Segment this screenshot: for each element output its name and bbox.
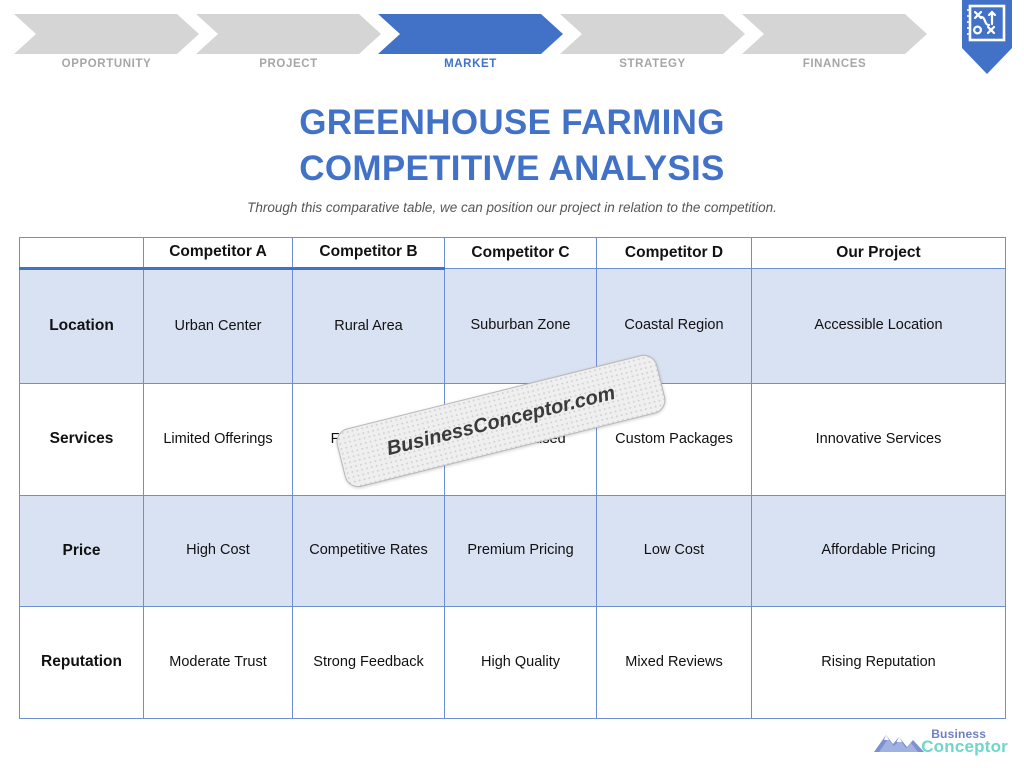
nav-step-opportunity[interactable]: OPPORTUNITY — [14, 14, 199, 70]
column-header-our-project: Our Project — [751, 237, 1006, 269]
cell-price-competitor-a: High Cost — [143, 494, 293, 608]
chevron-shape — [378, 14, 563, 54]
page-title-line1: GREENHOUSE FARMING — [299, 103, 725, 142]
nav-step-market[interactable]: MARKET — [378, 14, 563, 70]
table-row: Location Urban Center Rural Area Suburba… — [19, 267, 1006, 385]
cell-price-competitor-d: Low Cost — [596, 494, 752, 608]
cell-services-competitor-b: Full Service — [292, 383, 445, 496]
column-header-competitor-a: Competitor A — [143, 237, 293, 270]
cell-reputation-competitor-a: Moderate Trust — [143, 606, 293, 719]
nav-step-label: FINANCES — [802, 58, 867, 70]
nav-step-label: OPPORTUNITY — [61, 58, 152, 70]
competitive-analysis-table: Competitor A Competitor B Competitor C C… — [19, 237, 1006, 719]
cell-reputation-competitor-c: High Quality — [444, 606, 597, 719]
cell-reputation-competitor-d: Mixed Reviews — [596, 606, 752, 719]
table-row: Price High Cost Competitive Rates Premiu… — [19, 494, 1006, 608]
cell-services-competitor-a: Limited Offerings — [143, 383, 293, 496]
cell-reputation-our-project: Rising Reputation — [751, 606, 1006, 719]
cell-price-our-project: Affordable Pricing — [751, 494, 1006, 608]
cell-location-competitor-c: Suburban Zone — [444, 267, 597, 385]
cell-price-competitor-b: Competitive Rates — [292, 494, 445, 608]
nav-step-label: PROJECT — [259, 58, 318, 70]
nav-step-label: MARKET — [444, 58, 497, 70]
chevron-shape — [14, 14, 199, 54]
cell-reputation-competitor-b: Strong Feedback — [292, 606, 445, 719]
nav-step-strategy[interactable]: STRATEGY — [560, 14, 745, 70]
row-header-location: Location — [19, 267, 144, 385]
cell-location-our-project: Accessible Location — [751, 267, 1006, 385]
cell-price-competitor-c: Premium Pricing — [444, 494, 597, 608]
page-subtitle: Through this comparative table, we can p… — [247, 200, 777, 215]
slide-canvas: OPPORTUNITY PROJECT MARKET STRATEGY FINA… — [0, 0, 1024, 768]
cell-location-competitor-a: Urban Center — [143, 267, 293, 385]
footer-logo: Business Conceptor — [873, 724, 1008, 758]
chevron-shape — [742, 14, 927, 54]
table-row: Services Limited Offerings Full Service … — [19, 383, 1006, 496]
row-header-services: Services — [19, 383, 144, 496]
table-row: Reputation Moderate Trust Strong Feedbac… — [19, 606, 1006, 719]
row-header-reputation: Reputation — [19, 606, 144, 719]
table-header-row: Competitor A Competitor B Competitor C C… — [19, 237, 1006, 270]
cell-location-competitor-b: Rural Area — [292, 267, 445, 385]
chevron-shape — [196, 14, 381, 54]
cell-location-competitor-d: Coastal Region — [596, 267, 752, 385]
column-header-competitor-d: Competitor D — [596, 237, 752, 269]
mountain-logo-icon — [874, 735, 925, 752]
cell-services-competitor-d: Custom Packages — [596, 383, 752, 496]
nav-step-project[interactable]: PROJECT — [196, 14, 381, 70]
nav-step-finances[interactable]: FINANCES — [742, 14, 927, 70]
stepper-nav: OPPORTUNITY PROJECT MARKET STRATEGY FINA… — [0, 0, 1024, 80]
page-title-line2: COMPETITIVE ANALYSIS — [299, 148, 725, 188]
strategy-playbook-icon — [962, 0, 1012, 74]
chevron-shape — [560, 14, 745, 54]
nav-step-label: STRATEGY — [619, 58, 686, 70]
table-corner-cell — [19, 237, 144, 270]
page-title: GREENHOUSE FARMING COMPETITIVE ANALYSIS — [0, 100, 1024, 191]
row-header-price: Price — [19, 494, 144, 608]
column-header-competitor-b: Competitor B — [292, 237, 445, 270]
logo-wordmark: Business Conceptor — [921, 728, 1008, 755]
cell-services-our-project: Innovative Services — [751, 383, 1006, 496]
column-header-competitor-c: Competitor C — [444, 237, 597, 269]
logo-word-conceptor: Conceptor — [921, 736, 1008, 756]
cell-services-competitor-c: Tech Focused — [444, 383, 597, 496]
